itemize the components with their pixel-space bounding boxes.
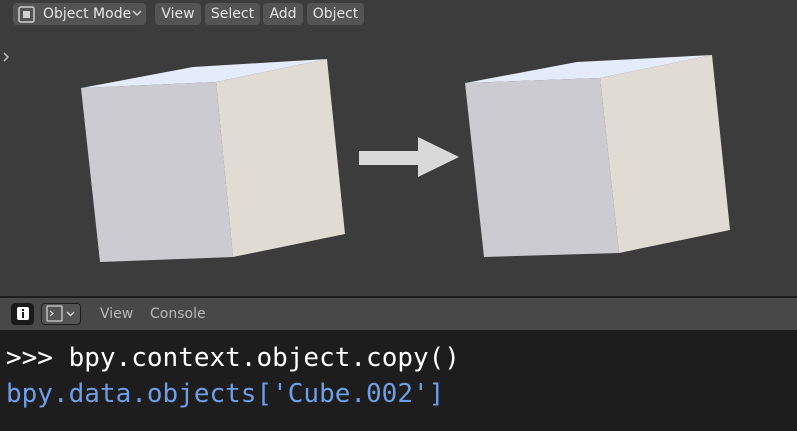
object-mode-icon: [18, 5, 35, 23]
menu-select[interactable]: Select: [205, 3, 260, 25]
object-mode-label: Object Mode: [43, 6, 132, 22]
left-cube[interactable]: [81, 59, 345, 262]
chevron-right-icon[interactable]: [1, 49, 11, 63]
console-prompt: >>>: [6, 343, 69, 373]
menu-add[interactable]: Add: [263, 3, 303, 25]
python-console-output[interactable]: >>> bpy.context.object.copy() bpy.data.o…: [0, 330, 797, 431]
editor-type-dropdown[interactable]: [41, 303, 81, 325]
console-output-line: bpy.data.objects['Cube.002']: [6, 379, 445, 409]
console-input-text: bpy.context.object.copy(): [68, 343, 460, 373]
console-input-line: >>> bpy.context.object.copy(): [6, 343, 460, 373]
3d-viewport[interactable]: Object Mode View Select Add Object: [0, 0, 797, 296]
arrow-right-icon: [359, 137, 459, 177]
info-icon[interactable]: [11, 303, 34, 325]
python-console-icon: [46, 305, 63, 322]
menu-object[interactable]: Object: [307, 3, 364, 25]
chevron-down-icon: [66, 311, 75, 317]
chevron-down-icon: [131, 7, 143, 19]
viewport-scene: [81, 55, 730, 262]
blender-window: Object Mode View Select Add Object View …: [0, 0, 797, 431]
right-cube[interactable]: [465, 55, 730, 257]
object-mode-dropdown[interactable]: Object Mode: [13, 3, 146, 25]
menu-view[interactable]: View: [155, 3, 201, 25]
console-menu-view[interactable]: View: [100, 298, 133, 330]
console-menu-console[interactable]: Console: [150, 298, 206, 330]
console-header: View Console: [0, 298, 797, 330]
viewport-header: Object Mode View Select Add Object: [0, 0, 797, 29]
